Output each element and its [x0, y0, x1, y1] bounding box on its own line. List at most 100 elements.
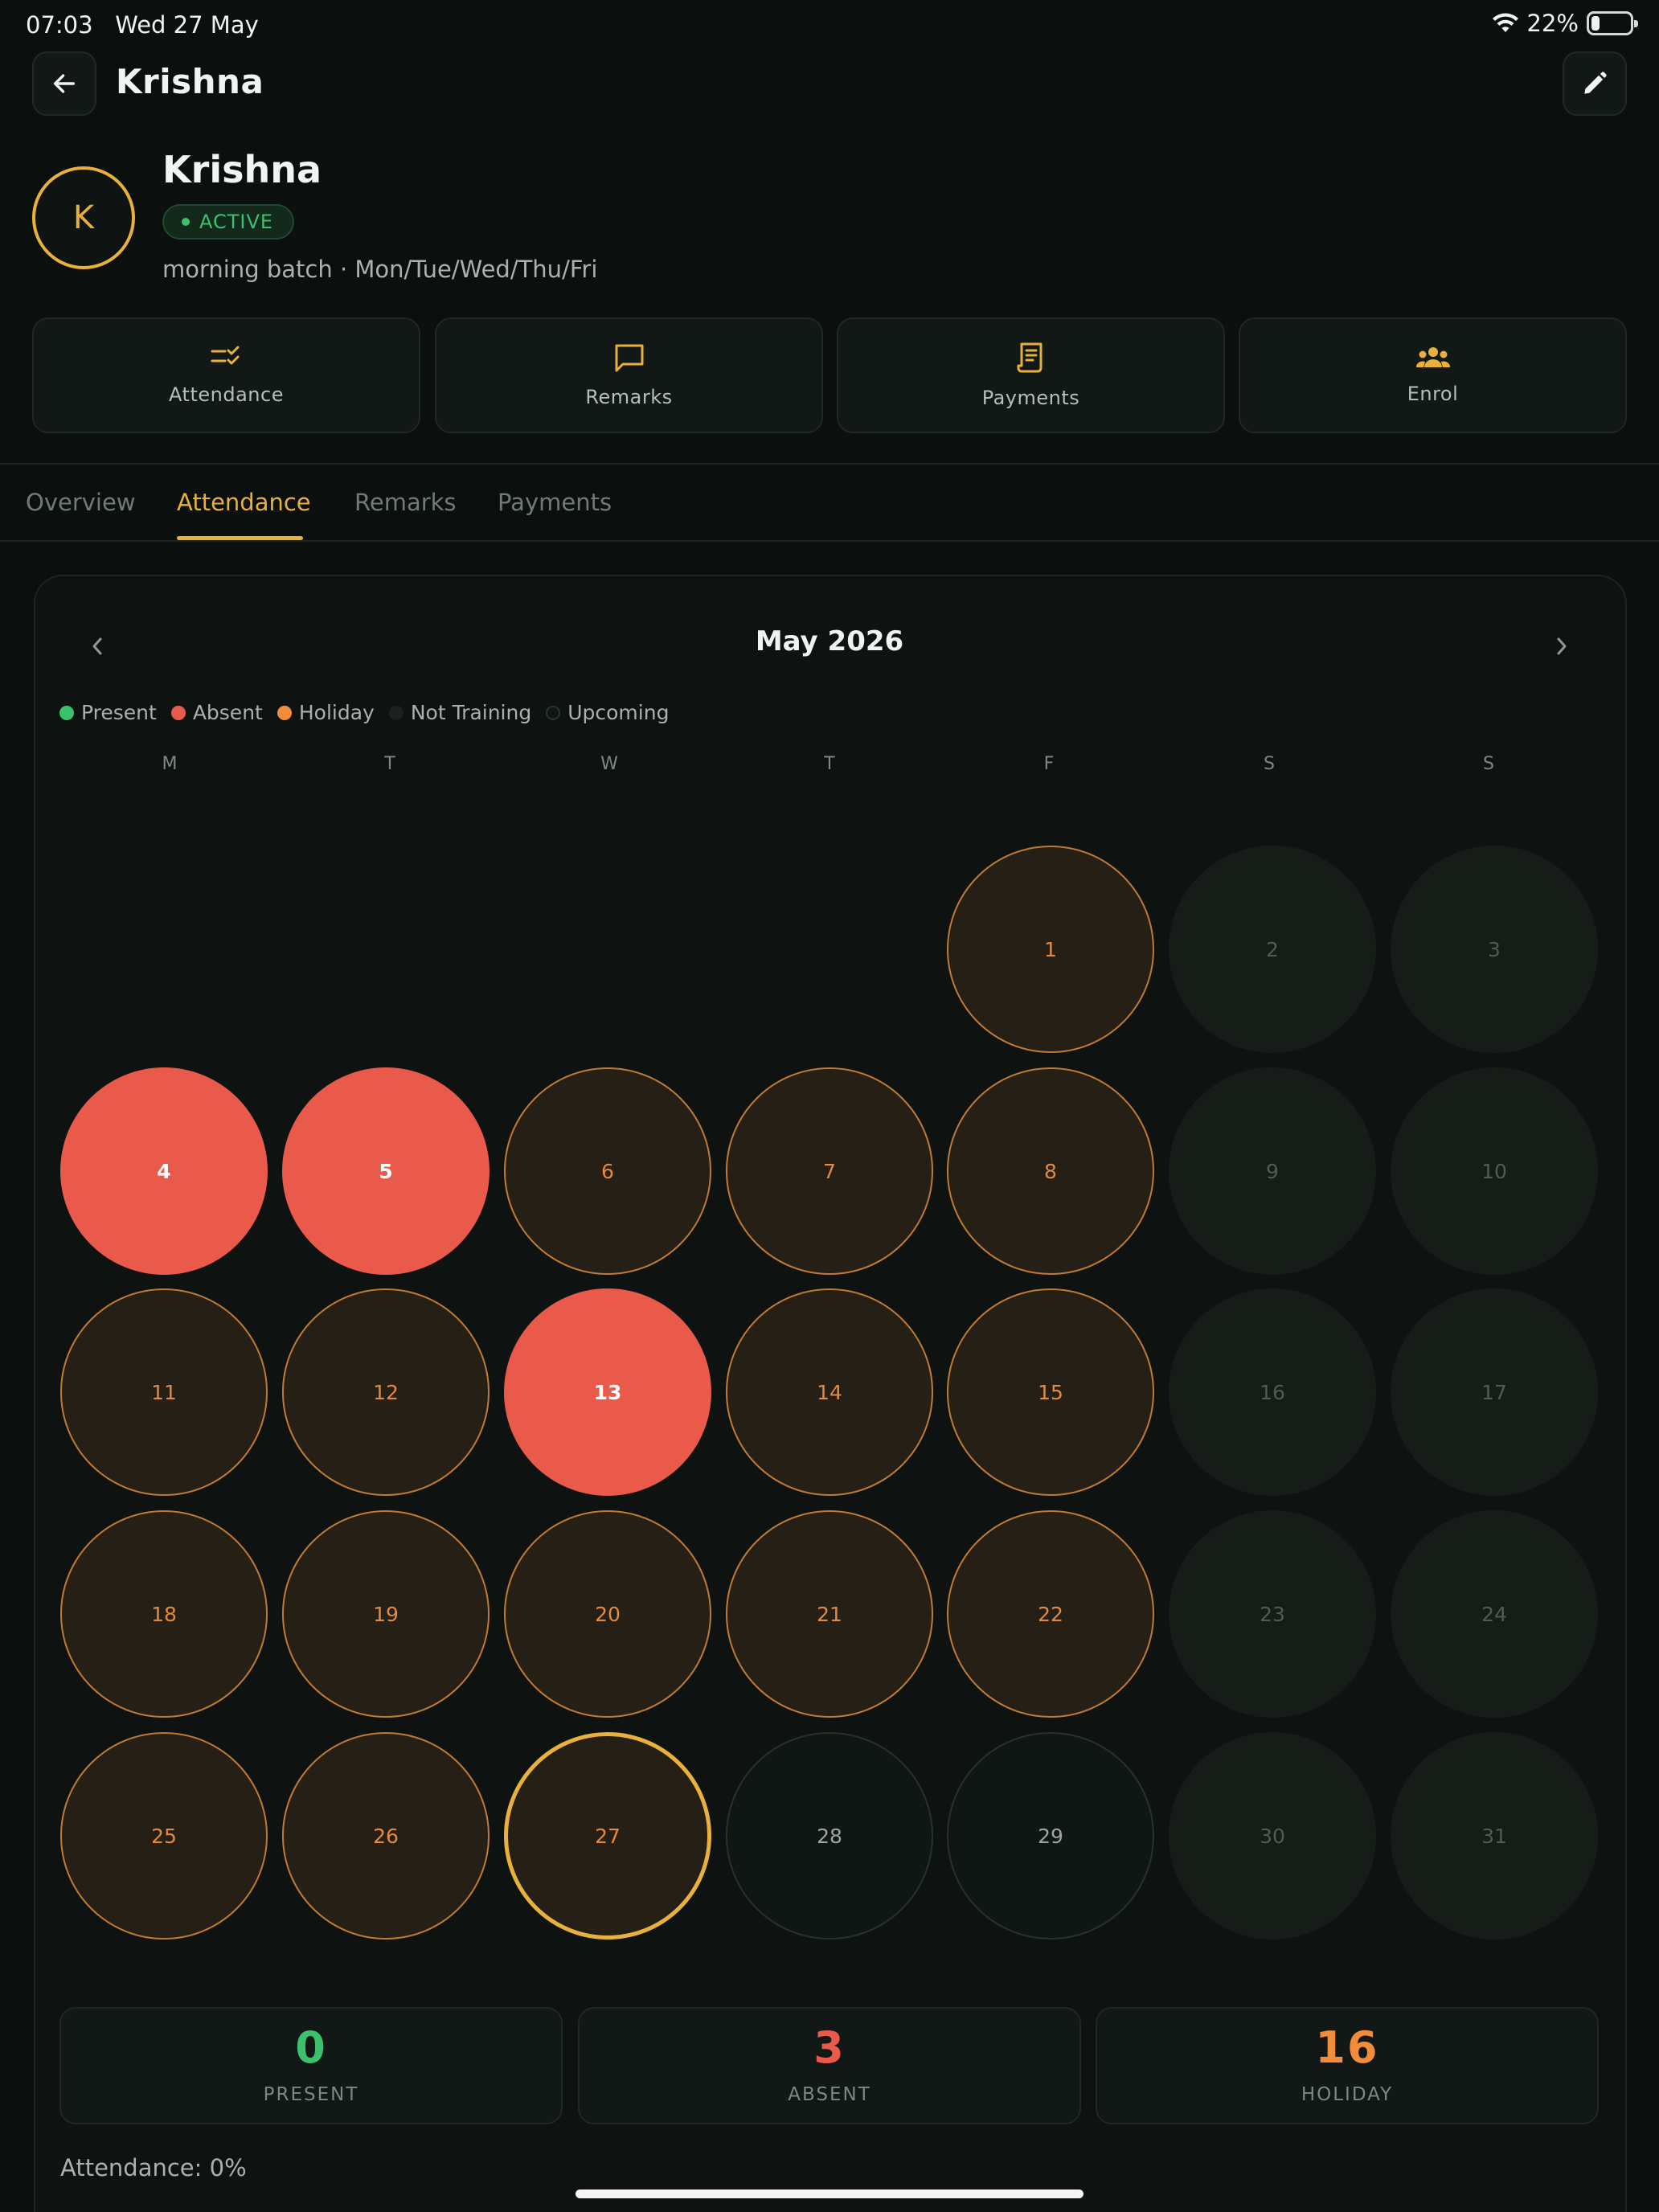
- calendar-day-22[interactable]: 22: [947, 1510, 1154, 1718]
- summary-absent: 3 ABSENT: [578, 2007, 1081, 2124]
- action-label: Payments: [981, 387, 1080, 409]
- summary-present: 0 PRESENT: [59, 2007, 563, 2124]
- calendar-day-18[interactable]: 18: [60, 1510, 268, 1718]
- calendar-day-2[interactable]: 2: [1169, 846, 1376, 1053]
- next-month-button[interactable]: [1540, 625, 1582, 667]
- legend-dot: [388, 705, 403, 720]
- calendar-day-25[interactable]: 25: [60, 1732, 268, 1940]
- avatar: K: [32, 166, 135, 269]
- legend-label: Not Training: [410, 701, 532, 724]
- legend-dot: [170, 705, 186, 720]
- legend-label: Holiday: [298, 701, 375, 724]
- profile-schedule: morning batch · Mon/Tue/Wed/Thu/Fri: [162, 256, 598, 283]
- calendar-day-23[interactable]: 23: [1169, 1510, 1376, 1718]
- calendar-day-7[interactable]: 7: [726, 1067, 933, 1275]
- battery-level: [1591, 16, 1600, 31]
- legend-not-training: Not Training: [388, 701, 532, 724]
- calendar-day-5[interactable]: 5: [282, 1067, 490, 1275]
- calendar-day-20[interactable]: 20: [504, 1510, 711, 1718]
- summary-holiday-value: 16: [1315, 2022, 1379, 2073]
- legend-label: Upcoming: [567, 701, 670, 724]
- calendar-day-13[interactable]: 13: [504, 1288, 711, 1496]
- legend-label: Absent: [192, 701, 263, 724]
- edit-button[interactable]: [1563, 51, 1627, 116]
- calendar-day-17[interactable]: 17: [1391, 1288, 1598, 1496]
- status-time: 07:03: [26, 11, 93, 39]
- tab-attendance[interactable]: Attendance: [177, 489, 311, 516]
- back-button[interactable]: [32, 51, 96, 116]
- legend-upcoming: Upcoming: [546, 701, 669, 724]
- pencil-icon: [1584, 72, 1607, 94]
- status-dot: [182, 218, 190, 226]
- action-payments-button[interactable]: Payments: [837, 317, 1225, 433]
- tab-remarks[interactable]: Remarks: [354, 489, 457, 516]
- calendar-day-26[interactable]: 26: [282, 1732, 490, 1940]
- calendar-day-21[interactable]: 21: [726, 1510, 933, 1718]
- status-bar-time: 07:03 Wed 27 May: [26, 11, 259, 39]
- legend-dot: [546, 705, 561, 720]
- weekday-header-sat: S: [1264, 754, 1275, 774]
- action-label: Attendance: [169, 383, 284, 406]
- group-icon: [1415, 347, 1450, 367]
- weekday-header-tue: T: [384, 754, 395, 774]
- calendar-day-3[interactable]: 3: [1391, 846, 1598, 1053]
- calendar-day-15[interactable]: 15: [947, 1288, 1154, 1496]
- status-bar-right: 22%: [1492, 10, 1638, 37]
- page-title: Krishna: [116, 62, 264, 101]
- summary-absent-value: 3: [813, 2022, 846, 2073]
- legend-present: Present: [59, 701, 157, 724]
- calendar-day-27[interactable]: 27: [504, 1732, 711, 1940]
- tab-payments[interactable]: Payments: [498, 489, 612, 516]
- calendar-day-10[interactable]: 10: [1391, 1067, 1598, 1275]
- calendar-day-6[interactable]: 6: [504, 1067, 711, 1275]
- chevron-right-icon: [1557, 637, 1567, 655]
- chat-bubble-icon: [615, 344, 643, 372]
- status-badge: ACTIVE: [162, 204, 295, 240]
- weekday-header-fri: F: [1043, 754, 1055, 774]
- tab-overview[interactable]: Overview: [26, 489, 136, 516]
- calendar-day-1[interactable]: 1: [947, 846, 1154, 1053]
- legend-absent: Absent: [170, 701, 263, 724]
- calendar-day-9[interactable]: 9: [1169, 1067, 1376, 1275]
- calendar-day-14[interactable]: 14: [726, 1288, 933, 1496]
- summary-present-label: PRESENT: [263, 2084, 359, 2105]
- legend-dot: [59, 705, 74, 720]
- battery-icon: [1587, 11, 1638, 35]
- weekday-header-thu: T: [824, 754, 835, 774]
- calendar-day-19[interactable]: 19: [282, 1510, 490, 1718]
- summary-holiday-label: HOLIDAY: [1301, 2084, 1394, 2105]
- previous-month-button[interactable]: [77, 625, 119, 667]
- action-label: Enrol: [1407, 383, 1459, 405]
- battery-percent: 22%: [1526, 10, 1579, 37]
- calendar-day-4[interactable]: 4: [60, 1067, 268, 1275]
- checklist-icon: [211, 346, 239, 365]
- calendar-day-8[interactable]: 8: [947, 1067, 1154, 1275]
- home-indicator[interactable]: [576, 2189, 1083, 2198]
- calendar-day-24[interactable]: 24: [1391, 1510, 1598, 1718]
- wifi-icon: [1492, 13, 1518, 32]
- action-label: Remarks: [585, 386, 673, 408]
- calendar-day-11[interactable]: 11: [60, 1288, 268, 1496]
- chevron-left-icon: [92, 637, 102, 655]
- calendar-day-16[interactable]: 16: [1169, 1288, 1376, 1496]
- attendance-percentage: Attendance: 0%: [60, 2154, 247, 2181]
- calendar-month-title: May 2026: [755, 625, 904, 657]
- summary-absent-label: ABSENT: [788, 2084, 871, 2105]
- calendar-day-28[interactable]: 28: [726, 1732, 933, 1940]
- legend-holiday: Holiday: [276, 701, 375, 724]
- receipt-icon: [1017, 342, 1042, 373]
- action-attendance-button[interactable]: Attendance: [32, 317, 420, 433]
- weekday-header-mon: M: [162, 754, 178, 774]
- weekday-header-sun: S: [1483, 754, 1494, 774]
- summary-present-value: 0: [295, 2022, 327, 2073]
- calendar-day-29[interactable]: 29: [947, 1732, 1154, 1940]
- calendar-legend: Present Absent Holiday Not Training Upco…: [59, 701, 683, 724]
- calendar-day-30[interactable]: 30: [1169, 1732, 1376, 1940]
- arrow-left-icon: [53, 74, 76, 93]
- status-badge-label: ACTIVE: [199, 211, 274, 233]
- calendar-day-31[interactable]: 31: [1391, 1732, 1598, 1940]
- weekday-header-wed: W: [600, 754, 618, 774]
- calendar-day-12[interactable]: 12: [282, 1288, 490, 1496]
- action-remarks-button[interactable]: Remarks: [435, 317, 823, 433]
- action-enrol-button[interactable]: Enrol: [1239, 317, 1627, 433]
